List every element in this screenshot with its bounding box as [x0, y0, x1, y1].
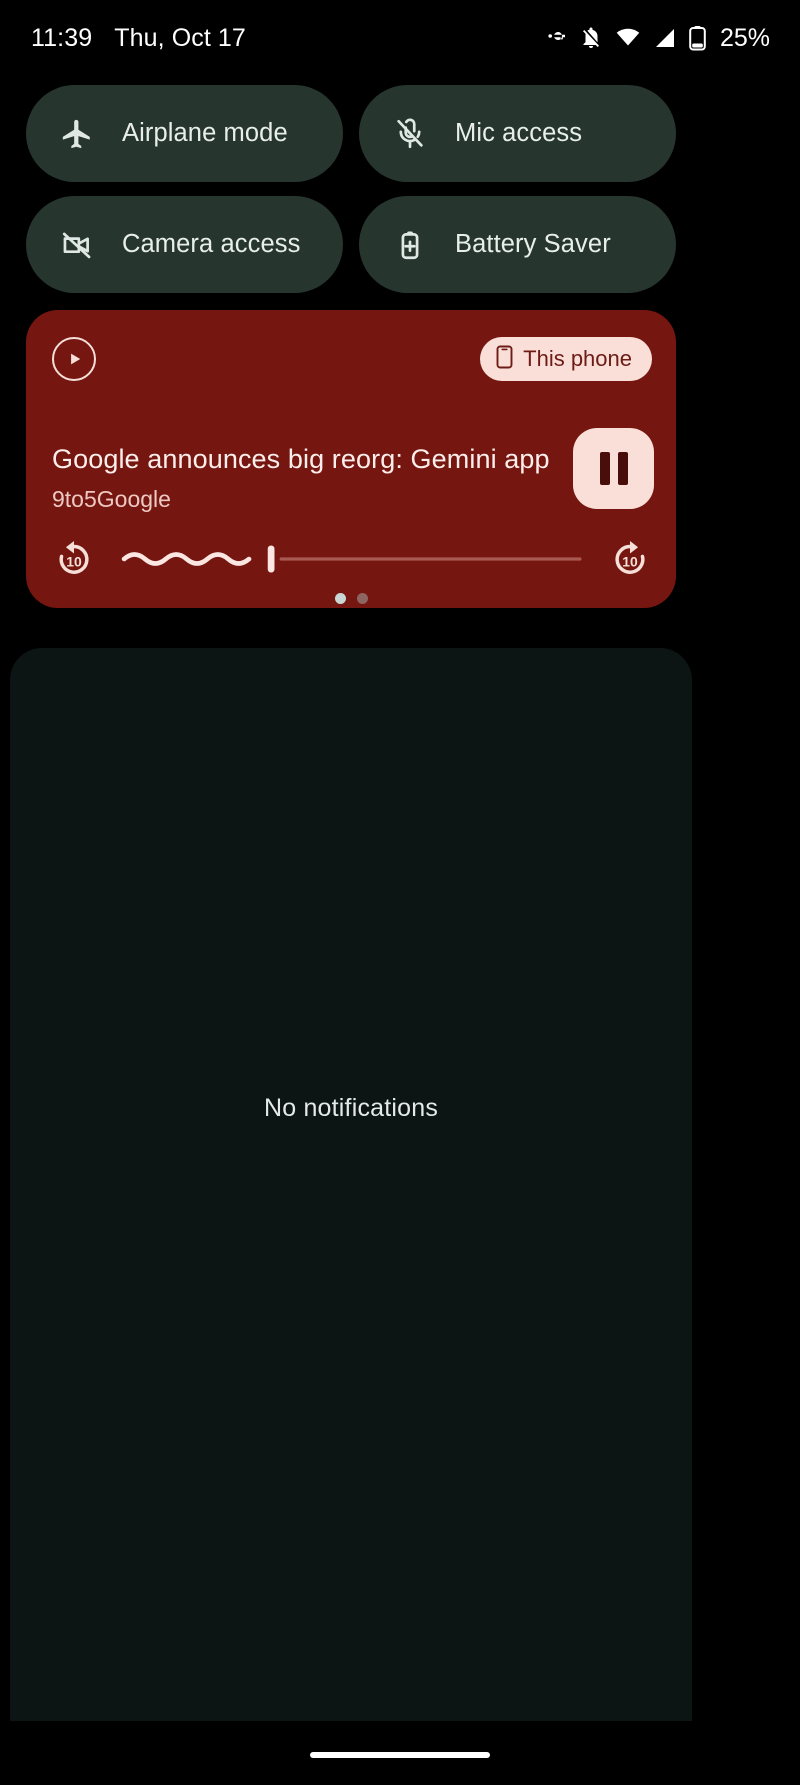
ring-volume-off-icon	[579, 26, 603, 50]
quick-tile-camera-access[interactable]: Camera access	[26, 196, 343, 293]
battery-plus-icon	[393, 228, 427, 262]
status-bar-right: 25%	[543, 24, 770, 53]
replay-10-icon[interactable]: 10	[52, 537, 96, 581]
media-player-header: This phone	[52, 334, 652, 384]
quick-tile-label: Camera access	[122, 230, 301, 258]
forward-10-icon[interactable]: 10	[608, 537, 652, 581]
quick-tile-battery-saver[interactable]: Battery Saver	[359, 196, 676, 293]
battery-percent-label: 25%	[719, 23, 770, 52]
seek-progress-wave	[121, 552, 252, 566]
media-play-pause-button[interactable]	[573, 428, 654, 509]
media-player-card[interactable]: This phone Google announces big reorg: G…	[26, 310, 676, 608]
quick-tile-label: Airplane mode	[122, 119, 288, 147]
status-bar-date: Thu, Oct 17	[114, 23, 246, 52]
camera-off-icon	[60, 228, 94, 262]
airplane-icon	[60, 117, 94, 151]
vpn-key-icon	[543, 26, 567, 50]
carousel-dot-inactive[interactable]	[356, 592, 368, 604]
phone-icon	[496, 345, 513, 374]
media-seek-bar[interactable]	[120, 537, 584, 581]
seek-bar-graphic	[121, 545, 582, 573]
media-artist: 9to5Google	[52, 486, 171, 512]
play-circle-icon	[52, 337, 96, 381]
seek-thumb	[267, 545, 275, 573]
android-notification-shade: 11:39 Thu, Oct 17 25% Airplane mode Mic …	[0, 0, 800, 1785]
mic-off-icon	[393, 117, 427, 151]
carousel-dot-active[interactable]	[334, 592, 346, 604]
battery-icon	[689, 25, 706, 51]
pause-icon	[599, 452, 610, 485]
pause-icon-bar-2	[617, 452, 628, 485]
media-carousel-dots	[26, 588, 676, 608]
wifi-icon	[615, 26, 641, 50]
quick-tile-label: Battery Saver	[455, 230, 611, 258]
quick-tile-airplane-mode[interactable]: Airplane mode	[26, 85, 343, 182]
quick-tile-label: Mic access	[455, 119, 583, 147]
cellular-signal-icon	[653, 26, 677, 50]
status-bar: 11:39 Thu, Oct 17 25%	[0, 0, 800, 76]
svg-text:10: 10	[622, 553, 638, 569]
media-output-switcher-chip[interactable]: This phone	[480, 337, 652, 381]
media-output-device-label: This phone	[523, 346, 632, 371]
quick-tile-mic-access[interactable]: Mic access	[359, 85, 676, 182]
status-bar-left: 11:39 Thu, Oct 17	[31, 24, 246, 53]
status-bar-clock: 11:39	[31, 23, 93, 52]
gesture-navigation-handle[interactable]	[310, 1752, 490, 1758]
media-title: Google announces big reorg: Gemini app t…	[52, 444, 552, 474]
no-notifications-label: No notifications	[263, 1094, 439, 1122]
svg-text:10: 10	[66, 553, 82, 569]
notification-panel: No notifications	[10, 648, 692, 1721]
media-transport-row: 10 10	[52, 532, 652, 586]
quick-settings-grid: Airplane mode Mic access Camera access B…	[26, 85, 676, 293]
